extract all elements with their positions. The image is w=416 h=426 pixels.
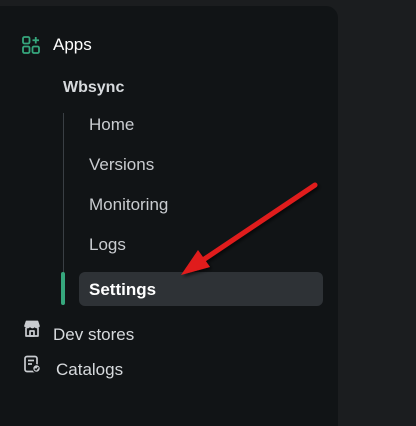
apps-add-icon (21, 35, 41, 55)
active-item-indicator (61, 272, 65, 305)
nav-item-settings-label: Settings (89, 280, 157, 299)
nav-item-logs[interactable]: Logs (89, 235, 126, 255)
nav-catalogs-label: Catalogs (56, 360, 124, 379)
sidebar-panel: Apps Wbsync Home Versions Monitoring Log… (0, 6, 338, 426)
app-name-heading[interactable]: Wbsync (63, 78, 124, 98)
nav-item-settings[interactable]: Settings (79, 272, 323, 306)
nav-item-versions[interactable]: Versions (89, 155, 154, 175)
nav-item-home[interactable]: Home (89, 115, 134, 135)
nav-apps-label: Apps (53, 35, 92, 54)
catalog-icon (22, 354, 42, 374)
nav-item-monitoring[interactable]: Monitoring (89, 195, 168, 215)
nav-dev-stores-label: Dev stores (53, 325, 135, 344)
store-icon (22, 319, 42, 339)
